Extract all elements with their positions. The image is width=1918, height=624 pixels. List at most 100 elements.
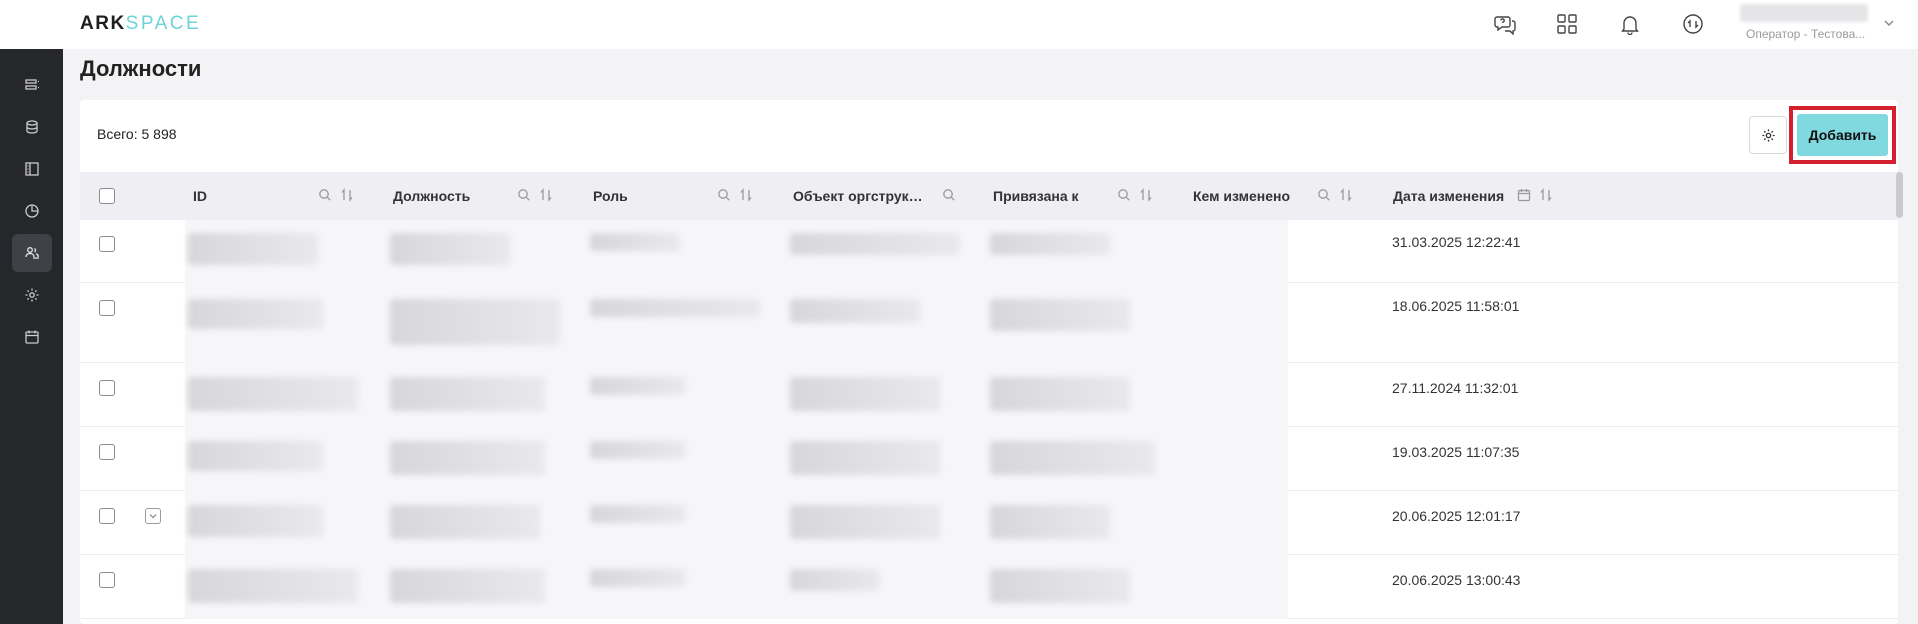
blurred-cell: [990, 569, 1130, 603]
search-icon[interactable]: [517, 188, 531, 202]
sort-icon[interactable]: [340, 188, 354, 202]
select-all-checkbox[interactable]: [99, 188, 115, 204]
user-menu[interactable]: Оператор - Тестова...: [1740, 4, 1868, 44]
logo[interactable]: ARKSPACE: [80, 13, 201, 35]
blurred-cell: [590, 233, 680, 251]
blurred-cell: [790, 233, 960, 255]
sidebar-item-panel[interactable]: [12, 150, 52, 188]
chart-pie-icon: [25, 204, 39, 218]
column-header-change-date[interactable]: Дата изменения: [1393, 172, 1518, 220]
chat-help-icon[interactable]: [1492, 11, 1518, 37]
sidebar-item-database[interactable]: [12, 108, 52, 146]
blurred-cell: [188, 569, 358, 603]
row-checkbox[interactable]: [99, 508, 115, 524]
blurred-cell: [390, 299, 560, 345]
blurred-cell: [990, 505, 1110, 539]
search-icon[interactable]: [1117, 188, 1131, 202]
column-header-role[interactable]: Роль: [593, 172, 718, 220]
blurred-cell: [990, 233, 1110, 255]
row-checkbox[interactable]: [99, 300, 115, 316]
row-checkbox[interactable]: [99, 380, 115, 396]
row-checkbox[interactable]: [99, 444, 115, 460]
column-header-position[interactable]: Должность: [393, 172, 518, 220]
logo-space: SPACE: [125, 13, 202, 34]
sidebar: [0, 49, 63, 624]
sidebar-item-calendar[interactable]: [12, 318, 52, 356]
blurred-cell: [790, 569, 880, 591]
column-label: Роль: [593, 188, 628, 204]
search-icon[interactable]: [318, 188, 332, 202]
date-cell: 31.03.2025 12:22:41: [1392, 234, 1521, 250]
sort-icon[interactable]: [1539, 188, 1553, 202]
add-button[interactable]: Добавить: [1797, 114, 1888, 156]
sidebar-item-analytics[interactable]: [12, 192, 52, 230]
sidebar-item-settings[interactable]: [12, 276, 52, 314]
sort-icon[interactable]: [1139, 188, 1153, 202]
table-settings-button[interactable]: [1749, 116, 1787, 154]
blurred-cell: [590, 505, 685, 523]
column-label: ID: [193, 188, 207, 204]
column-header-linked-to[interactable]: Привязана к: [993, 172, 1118, 220]
date-cell: 20.06.2025 12:01:17: [1392, 508, 1521, 524]
blurred-cell: [790, 377, 940, 411]
database-icon: [26, 120, 38, 134]
vertical-scrollbar[interactable]: [1896, 172, 1903, 218]
bell-icon[interactable]: [1617, 11, 1643, 37]
search-icon[interactable]: [942, 188, 956, 202]
panel-icon: [25, 162, 39, 176]
column-header-id[interactable]: ID: [193, 172, 333, 220]
sort-icon[interactable]: [1339, 188, 1353, 202]
blurred-cell: [390, 505, 540, 539]
table-row[interactable]: 27.11.2024 11:32:01: [80, 363, 1898, 427]
row-checkbox[interactable]: [99, 572, 115, 588]
blurred-cell: [188, 299, 323, 329]
date-cell: 19.03.2025 11:07:35: [1392, 444, 1520, 460]
column-label: Привязана к: [993, 188, 1079, 204]
table-row[interactable]: 31.03.2025 12:22:41: [80, 220, 1898, 283]
search-icon[interactable]: [1317, 188, 1331, 202]
column-header-org-object[interactable]: Объект оргструкт...: [793, 172, 923, 220]
blurred-cell: [390, 233, 510, 265]
blurred-cell: [790, 441, 940, 475]
sort-icon[interactable]: [739, 188, 753, 202]
row-checkbox[interactable]: [99, 236, 115, 252]
date-cell: 20.06.2025 13:00:43: [1392, 572, 1521, 588]
sidebar-item-users[interactable]: [12, 234, 52, 272]
blurred-cell: [390, 441, 545, 475]
blurred-cell: [590, 299, 760, 317]
table-row[interactable]: 18.06.2025 11:58:01: [80, 283, 1898, 363]
blurred-cell: [990, 441, 1155, 475]
blurred-cell: [188, 377, 358, 411]
search-icon[interactable]: [717, 188, 731, 202]
chevron-down-icon[interactable]: [1882, 16, 1896, 35]
sidebar-item-list[interactable]: [12, 66, 52, 104]
calendar-icon: [25, 330, 39, 344]
table-row[interactable]: 20.06.2025 13:00:43: [80, 555, 1898, 619]
blurred-cell: [790, 299, 920, 323]
blurred-cell: [188, 441, 323, 471]
table-row[interactable]: 20.06.2025 12:01:17: [80, 491, 1898, 555]
sync-icon[interactable]: [1680, 11, 1706, 37]
table-header: ID Должность Роль Объект оргструкт... Пр…: [80, 172, 1898, 220]
blurred-cell: [990, 299, 1130, 331]
expand-row-icon[interactable]: [145, 508, 161, 524]
sort-icon[interactable]: [539, 188, 553, 202]
column-label: Кем изменено: [1193, 188, 1291, 204]
column-label: Должность: [393, 188, 471, 204]
user-name-blurred: [1740, 4, 1868, 22]
apps-grid-icon[interactable]: [1554, 11, 1580, 37]
blurred-cell: [990, 377, 1130, 411]
blurred-cell: [188, 505, 323, 537]
blurred-cell: [590, 377, 685, 395]
column-label: Объект оргструкт...: [793, 188, 923, 204]
table-row[interactable]: 19.03.2025 11:07:35: [80, 427, 1898, 491]
user-role: Оператор - Тестова...: [1746, 27, 1866, 41]
users-icon: [25, 247, 39, 259]
calendar-icon[interactable]: [1517, 188, 1531, 202]
list-icon: [25, 79, 39, 90]
total-count: Всего: 5 898: [97, 126, 177, 142]
column-header-changed-by[interactable]: Кем изменено: [1193, 172, 1318, 220]
add-button-highlight: Добавить: [1789, 106, 1896, 164]
date-cell: 18.06.2025 11:58:01: [1392, 298, 1520, 314]
page-title: Должности: [80, 56, 202, 81]
